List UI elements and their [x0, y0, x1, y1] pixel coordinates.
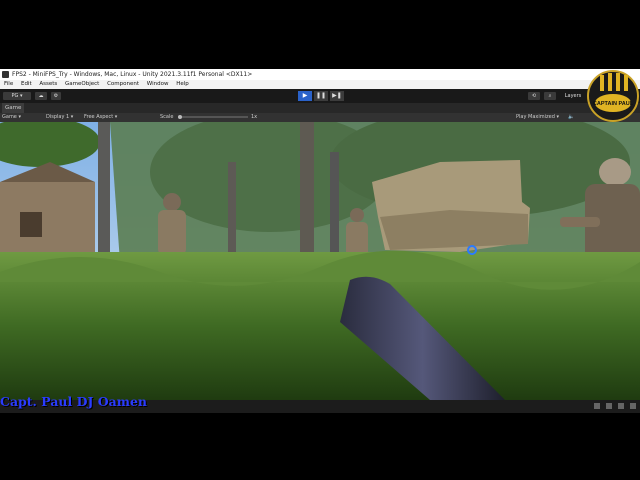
scale-label: Scale [160, 114, 174, 120]
captain-paul-logo: CAPTAIN PAUL [586, 69, 640, 123]
menu-window[interactable]: Window [147, 81, 169, 87]
scale-value: 1x [251, 114, 258, 120]
aspect-label: Free Aspect [84, 114, 114, 120]
title-bar: FPS2 - MiniFPS_Try - Windows, Mac, Linux… [0, 69, 640, 80]
house-window [20, 212, 42, 237]
main-toolbar: PG ▾ ☁ ⚙ ▶ ❚❚ ▶❚ ⟲ ⌕ Layers [0, 89, 640, 103]
unity-app-icon [2, 71, 9, 78]
view-mode-label: Game [2, 114, 17, 120]
services-icon[interactable]: ⚙ [51, 92, 61, 100]
tree-trunk [300, 122, 314, 272]
playmode-controls: ▶ ❚❚ ▶❚ [298, 91, 344, 101]
play-maximized-dropdown[interactable]: Play Maximized ▾ [516, 113, 559, 122]
play-icon[interactable]: ▶ [298, 91, 312, 101]
watermark-text: Capt. Paul DJ Oamen [0, 394, 147, 409]
layers-dropdown[interactable]: Layers [560, 92, 586, 100]
tree-trunk [98, 122, 110, 252]
game-tab-bar: Game [0, 103, 640, 113]
account-label: PG [11, 93, 19, 99]
game-scene [0, 122, 640, 400]
history-icon[interactable]: ⟲ [528, 92, 540, 100]
menu-help[interactable]: Help [176, 81, 189, 87]
menu-edit[interactable]: Edit [21, 81, 32, 87]
pause-icon[interactable]: ❚❚ [314, 91, 328, 101]
menu-gameobject[interactable]: GameObject [65, 81, 99, 87]
cloud-icon[interactable]: ☁ [35, 92, 47, 100]
scale-slider-handle[interactable] [178, 115, 182, 119]
game-view-toolbar: Game ▾ Display 1 ▾ Free Aspect ▾ Scale 1… [0, 113, 640, 122]
wooden-house [0, 182, 95, 252]
display-label: Display 1 [46, 114, 70, 120]
scale-slider[interactable] [178, 116, 248, 118]
mute-icon[interactable]: 🔈 [568, 113, 574, 122]
menu-bar: File Edit Assets GameObject Component Wi… [0, 80, 640, 89]
view-mode-dropdown[interactable]: Game ▾ [2, 113, 21, 122]
step-icon[interactable]: ▶❚ [330, 91, 344, 101]
status-icon[interactable] [606, 403, 612, 409]
status-icon[interactable] [594, 403, 600, 409]
menu-file[interactable]: File [4, 81, 13, 87]
tab-game[interactable]: Game [2, 103, 25, 113]
search-icon[interactable]: ⌕ [544, 92, 556, 100]
menu-assets[interactable]: Assets [39, 81, 57, 87]
display-dropdown[interactable]: Display 1 ▾ [46, 113, 73, 122]
window-title: FPS2 - MiniFPS_Try - Windows, Mac, Linux… [12, 71, 253, 78]
game-tab-label: Game [5, 105, 22, 111]
unity-editor-window: FPS2 - MiniFPS_Try - Windows, Mac, Linux… [0, 69, 640, 413]
rock-formation [380, 210, 528, 250]
menu-component[interactable]: Component [107, 81, 139, 87]
layers-label: Layers [564, 93, 582, 99]
tree-trunk [330, 152, 339, 252]
game-viewport[interactable] [0, 122, 640, 400]
tree-trunk [228, 162, 236, 262]
account-button[interactable]: PG ▾ [3, 92, 31, 100]
status-icon[interactable] [630, 403, 636, 409]
status-icon[interactable] [618, 403, 624, 409]
play-mode-label: Play Maximized [516, 114, 555, 120]
logo-text: CAPTAIN PAUL [593, 101, 634, 107]
aspect-dropdown[interactable]: Free Aspect ▾ [84, 113, 117, 122]
